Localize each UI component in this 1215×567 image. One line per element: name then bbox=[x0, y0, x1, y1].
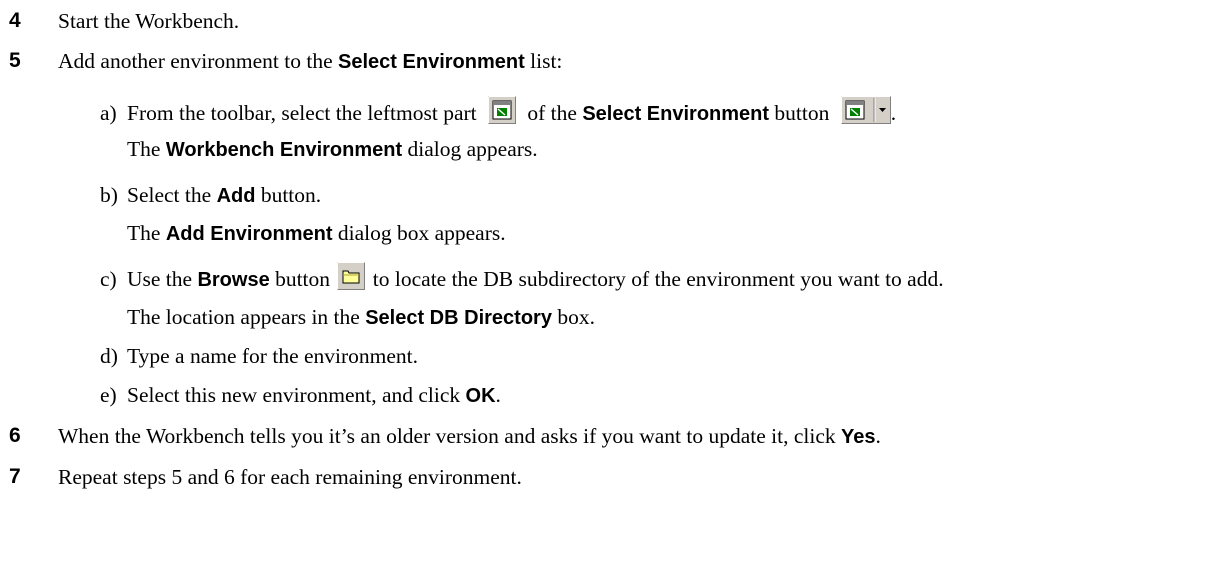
substep-text: Type a name for the environment. bbox=[127, 344, 419, 368]
select-environment-button bbox=[840, 96, 891, 134]
step-number: 7 bbox=[9, 465, 21, 488]
substep-label: d) bbox=[100, 344, 118, 368]
ui-term: Yes bbox=[841, 426, 876, 448]
step-text: Add another environment to the Select En… bbox=[58, 49, 563, 73]
ui-term: Select DB Directory bbox=[365, 307, 552, 329]
select-environment-icon bbox=[488, 96, 516, 134]
ui-term: Select Environment bbox=[338, 51, 525, 73]
result-text: The Add Environment dialog box appears. bbox=[127, 221, 506, 245]
result-text: The location appears in the Select DB Di… bbox=[127, 305, 595, 329]
substep-text: Select the Add button. bbox=[127, 183, 322, 207]
step-number: 6 bbox=[9, 424, 21, 447]
step-number: 5 bbox=[9, 49, 21, 72]
ui-term: Select Environment bbox=[582, 103, 770, 125]
substep-label: b) bbox=[100, 183, 118, 207]
substep-label: e) bbox=[100, 383, 117, 407]
substep-text: Select this new environment, and click O… bbox=[127, 383, 501, 407]
ui-term: Workbench Environment bbox=[165, 139, 403, 161]
substep-label: c) bbox=[100, 267, 117, 291]
ui-term: OK bbox=[465, 385, 496, 407]
step-text: Start the Workbench. bbox=[58, 9, 240, 33]
procedure-document: 4 Start the Workbench. 5 Add another env… bbox=[0, 0, 1215, 567]
substep-text: From the toolbar, select the leftmost pa… bbox=[127, 96, 896, 134]
step-number: 4 bbox=[9, 9, 21, 32]
result-text: The Workbench Environment dialog appears… bbox=[127, 137, 538, 161]
step-text: When the Workbench tells you it’s an old… bbox=[58, 424, 881, 448]
folder-icon bbox=[337, 262, 366, 300]
substep-text: Use the Browse button to locate the DB s… bbox=[127, 262, 944, 300]
ui-term: Browse bbox=[197, 269, 270, 291]
ui-term: Add bbox=[216, 185, 256, 207]
substep-label: a) bbox=[100, 101, 117, 125]
step-text: Repeat steps 5 and 6 for each remaining … bbox=[58, 465, 522, 489]
ui-term: Add Environment bbox=[165, 223, 333, 245]
